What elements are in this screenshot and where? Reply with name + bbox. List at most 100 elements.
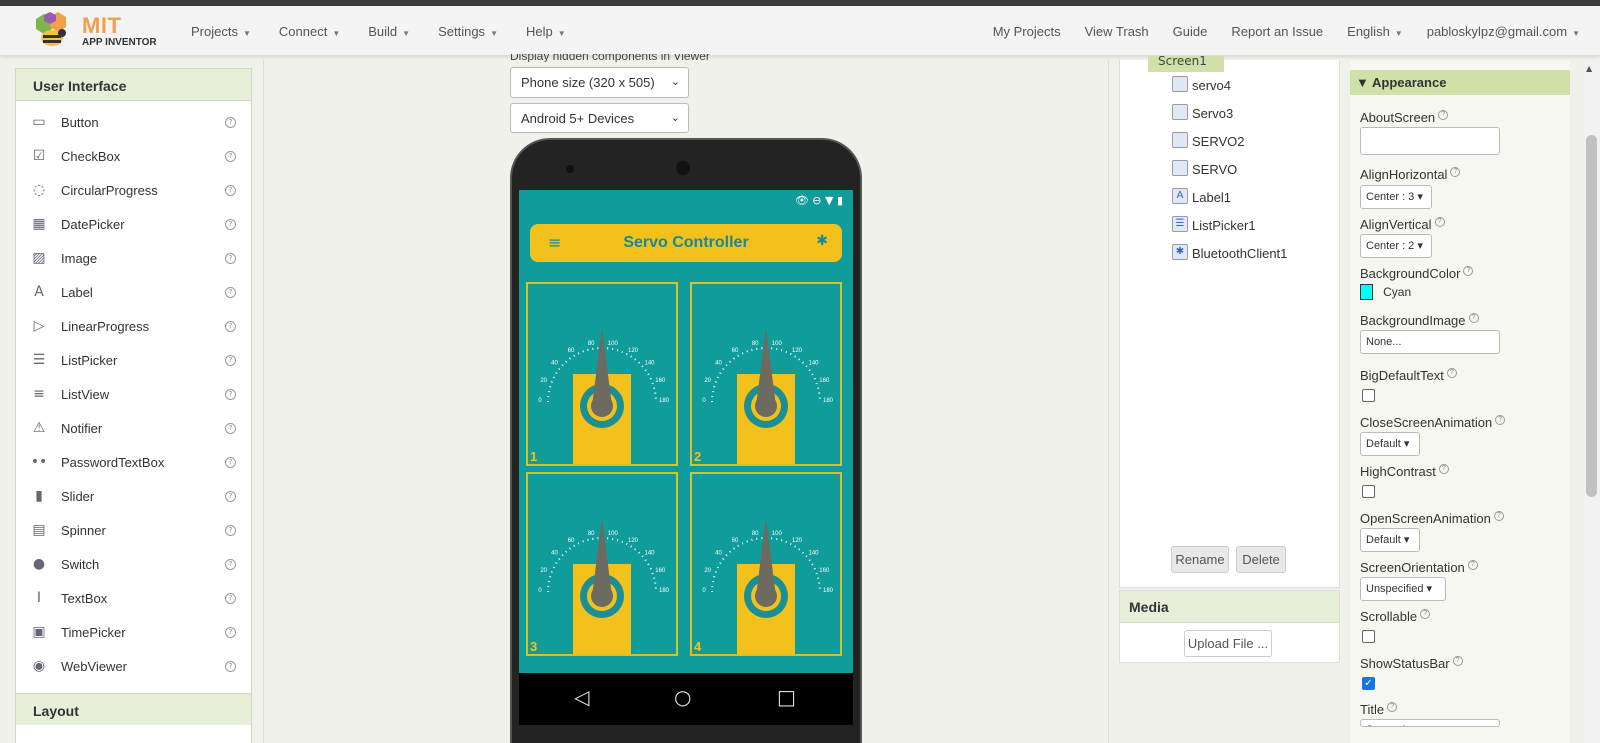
help-icon[interactable]: ? [225, 287, 236, 298]
help-icon[interactable]: ? [1468, 313, 1479, 323]
align-vertical-dropdown[interactable]: Center : 2 ▾ [1360, 234, 1432, 258]
help-icon[interactable]: ? [1467, 560, 1478, 570]
menu-settings[interactable]: Settings ▼ [438, 24, 498, 39]
high-contrast-checkbox[interactable] [1362, 485, 1375, 498]
align-horizontal-dropdown[interactable]: Center : 3 ▾ [1360, 185, 1432, 209]
menu-build[interactable]: Build ▼ [368, 24, 410, 39]
account-dropdown[interactable]: pabloskylpz@gmail.com ▼ [1427, 24, 1580, 39]
palette-category-user-interface[interactable]: User Interface [16, 69, 251, 101]
servo-dial-cell[interactable]: 0 20 40 60 80 100 120 140 160 180 4 [690, 472, 842, 656]
palette-item-listview[interactable]: ≡ ListView? [16, 377, 251, 411]
help-icon[interactable]: ? [225, 559, 236, 570]
language-menu[interactable]: English ▼ [1347, 24, 1403, 39]
guide-link[interactable]: Guide [1173, 24, 1208, 39]
phone-screen-preview[interactable]: 👁 ⊖ ▼ ▮ ≡ Servo Controller ✱ 0 20 40 60 80 10… [519, 190, 853, 673]
scroll-up-icon[interactable]: ▲ [1586, 64, 1592, 73]
palette-item-label[interactable]: A Label? [16, 275, 251, 309]
palette-item-circularprogress[interactable]: ◌ CircularProgress? [16, 173, 251, 207]
help-icon[interactable]: ? [225, 593, 236, 604]
help-icon[interactable]: ? [1493, 511, 1504, 521]
title-input[interactable]: Screen1 [1360, 719, 1500, 727]
my-projects-link[interactable]: My Projects [993, 24, 1061, 39]
help-icon[interactable]: ? [1452, 656, 1463, 666]
help-icon[interactable]: ? [1450, 167, 1461, 177]
app-toolbar[interactable]: ≡ Servo Controller ✱ [530, 224, 842, 262]
device-type-select[interactable]: Android 5+ Devices ⌄ [510, 103, 689, 133]
logo-mit-text: MIT [82, 13, 122, 38]
help-icon[interactable]: ? [225, 627, 236, 638]
help-icon[interactable]: ? [225, 185, 236, 196]
prop-show-status-bar-label: ShowStatusBar? [1360, 656, 1463, 671]
help-icon[interactable]: ? [1463, 266, 1474, 276]
help-icon[interactable]: ? [225, 117, 236, 128]
palette-item-datepicker[interactable]: ▦ DatePicker? [16, 207, 251, 241]
phone-size-select[interactable]: Phone size (320 x 505) ⌄ [510, 67, 689, 98]
about-screen-textarea[interactable] [1360, 127, 1500, 155]
menu-help[interactable]: Help ▼ [526, 24, 566, 39]
dial-tick-label: 80 [588, 341, 595, 347]
rename-button[interactable]: Rename [1171, 546, 1229, 573]
palette-item-button[interactable]: ▭ Button? [16, 105, 251, 139]
palette-item-slider[interactable]: ▮ Slider? [16, 479, 251, 513]
servo-dial-cell[interactable]: 0 20 40 60 80 100 120 140 160 180 2 [690, 282, 842, 466]
scrollable-checkbox[interactable] [1362, 630, 1375, 643]
help-icon[interactable]: ? [1420, 609, 1431, 619]
mit-app-inventor-logo[interactable]: MIT APP INVENTOR [30, 11, 165, 51]
servo-dial-cell[interactable]: 0 20 40 60 80 100 120 140 160 180 1 [526, 282, 678, 466]
help-icon[interactable]: ? [225, 253, 236, 264]
background-image-picker[interactable]: None... [1360, 330, 1500, 354]
help-icon[interactable]: ? [225, 457, 236, 468]
servo-dial-cell[interactable]: 0 20 40 60 80 100 120 140 160 180 3 [526, 472, 678, 656]
palette-item-spinner[interactable]: ▤ Spinner? [16, 513, 251, 547]
palette-item-webviewer[interactable]: ◉ WebViewer? [16, 649, 251, 683]
show-status-bar-checkbox[interactable]: ✓ [1362, 677, 1375, 690]
appearance-section-header[interactable]: ▼ Appearance [1350, 70, 1570, 95]
close-screen-animation-dropdown[interactable]: Default ▾ [1360, 432, 1420, 456]
report-issue-link[interactable]: Report an Issue [1231, 24, 1323, 39]
palette-category-layout[interactable]: Layout [16, 693, 251, 725]
page-scrollbar[interactable]: ▲ [1583, 60, 1600, 743]
help-icon[interactable]: ? [225, 151, 236, 162]
help-icon[interactable]: ? [225, 355, 236, 366]
upload-file-button[interactable]: Upload File ... [1184, 630, 1272, 657]
help-icon[interactable]: ? [225, 321, 236, 332]
help-icon[interactable]: ? [1438, 464, 1449, 474]
palette-item-image[interactable]: ▨ Image? [16, 241, 251, 275]
palette-item-listpicker[interactable]: ☰ ListPicker? [16, 343, 251, 377]
help-icon[interactable]: ? [1495, 415, 1506, 425]
menu-projects[interactable]: Projects ▼ [191, 24, 251, 39]
view-trash-link[interactable]: View Trash [1085, 24, 1149, 39]
help-icon[interactable]: ? [1446, 368, 1457, 378]
help-icon[interactable]: ? [225, 389, 236, 400]
help-icon[interactable]: ? [1387, 702, 1398, 712]
status-icons: 👁 ⊖ ▼ ▮ [794, 194, 843, 207]
prop-background-color-label: BackgroundColor? [1360, 266, 1474, 281]
palette-item-passwordtextbox[interactable]: •• PasswordTextBox? [16, 445, 251, 479]
big-default-text-checkbox[interactable] [1362, 389, 1375, 402]
open-screen-animation-dropdown[interactable]: Default ▾ [1360, 528, 1420, 552]
help-icon[interactable]: ? [225, 423, 236, 434]
screen-orientation-dropdown[interactable]: Unspecified ▾ [1360, 577, 1446, 601]
scrollbar-thumb[interactable] [1586, 135, 1597, 497]
palette-item-notifier[interactable]: ⚠ Notifier? [16, 411, 251, 445]
help-icon[interactable]: ? [225, 491, 236, 502]
display-hidden-components-checkbox[interactable]: Display hidden components in Viewer [510, 54, 710, 62]
menu-connect[interactable]: Connect ▼ [279, 24, 340, 39]
web-viewer-icon: ◉ [32, 658, 46, 674]
delete-button[interactable]: Delete [1236, 546, 1286, 573]
help-icon[interactable]: ? [1438, 110, 1449, 120]
palette-item-timepicker[interactable]: ▣ TimePicker? [16, 615, 251, 649]
palette-item-linearprogress[interactable]: ▷ LinearProgress? [16, 309, 251, 343]
palette-item-textbox[interactable]: I TextBox? [16, 581, 251, 615]
help-icon[interactable]: ? [225, 661, 236, 672]
appearance-label: Appearance [1372, 75, 1447, 90]
help-icon[interactable]: ? [225, 219, 236, 230]
help-icon[interactable]: ? [225, 525, 236, 536]
background-color-picker[interactable]: Cyan [1360, 284, 1411, 300]
dial-tick-label: 100 [772, 531, 783, 537]
servo-number: 4 [694, 639, 702, 654]
palette-item-switch[interactable]: ● Switch? [16, 547, 251, 581]
help-icon[interactable]: ? [1434, 217, 1445, 227]
palette-item-checkbox[interactable]: ☑ CheckBox? [16, 139, 251, 173]
tree-item-screen1[interactable]: Screen1 [1148, 56, 1224, 72]
